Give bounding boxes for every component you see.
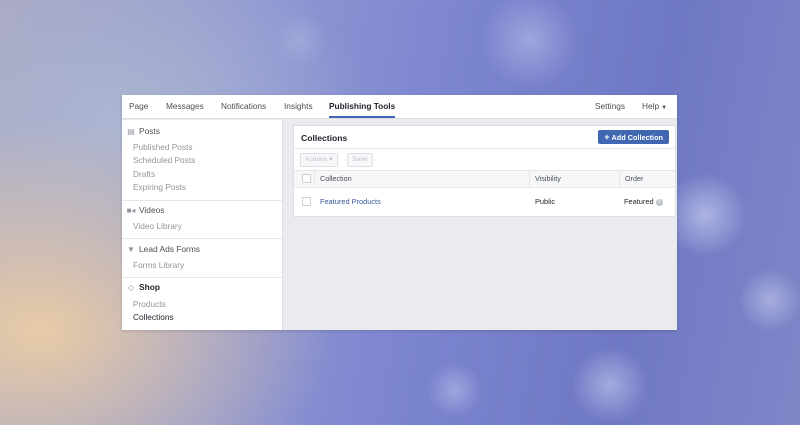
chevron-down-icon: ▾	[329, 156, 333, 163]
column-header-order[interactable]: Order	[619, 171, 675, 187]
sidebar-item-products[interactable]: Products	[133, 298, 166, 310]
panel-divider	[294, 148, 675, 149]
collection-name-link[interactable]: Featured Products	[320, 187, 381, 216]
table-header: Collection Visibility Order	[294, 170, 675, 188]
column-header-visibility[interactable]: Visibility	[529, 171, 619, 187]
nav-tab-insights[interactable]: Insights	[284, 95, 313, 118]
sidebar-divider	[122, 238, 282, 239]
sidebar-divider	[122, 277, 282, 278]
sidebar-section-videos[interactable]: ■◂ Videos	[126, 204, 165, 216]
add-collection-button[interactable]: + Add Collection	[598, 130, 669, 144]
video-camera-icon: ■◂	[126, 206, 136, 215]
visibility-value: Public	[535, 197, 556, 206]
sidebar-item-scheduled-posts[interactable]: Scheduled Posts	[133, 154, 195, 166]
nav-tab-notifications[interactable]: Notifications	[221, 95, 266, 118]
help-label: Help	[642, 101, 660, 111]
tag-icon: ◇	[127, 283, 135, 292]
nav-settings[interactable]: Settings	[595, 95, 625, 118]
collections-panel: Collections + Add Collection Actions ▾ Sa…	[293, 125, 676, 217]
caret-down-icon: ▼	[661, 105, 668, 111]
sidebar-item-expiring-posts[interactable]: Expiring Posts	[133, 181, 186, 193]
sidebar-item-forms-library[interactable]: Forms Library	[133, 259, 184, 271]
sidebar-item-published-posts[interactable]: Published Posts	[133, 141, 193, 153]
sidebar-section-shop[interactable]: ◇ Shop	[126, 281, 160, 293]
select-all-checkbox[interactable]	[302, 174, 311, 183]
funnel-icon: ▼	[127, 245, 135, 254]
sidebar-section-label: Shop	[139, 282, 160, 292]
sidebar-item-drafts[interactable]: Drafts	[133, 168, 155, 180]
sidebar-section-posts[interactable]: ▤ Posts	[126, 125, 160, 137]
panel-title: Collections	[301, 133, 348, 143]
nav-tab-publishing-tools[interactable]: Publishing Tools	[329, 95, 396, 118]
sidebar-section-label: Videos	[139, 205, 165, 215]
sidebar-item-collections[interactable]: Collections	[133, 311, 174, 323]
order-value: Featured	[624, 197, 654, 206]
nav-tab-page[interactable]: Page	[129, 95, 148, 118]
sidebar-item-video-library[interactable]: Video Library	[133, 220, 182, 232]
add-collection-label: Add Collection	[611, 133, 663, 142]
publishing-tools-window: Page Messages Notifications Insights Pub…	[122, 95, 677, 330]
sidebar-divider	[122, 200, 282, 201]
sidebar-section-label: Lead Ads Forms	[139, 244, 200, 254]
row-checkbox[interactable]	[302, 197, 311, 206]
nav-tab-messages[interactable]: Messages	[166, 95, 204, 118]
actions-dropdown[interactable]: Actions ▾	[300, 153, 338, 167]
nav-help[interactable]: Help ▼	[642, 95, 667, 118]
sidebar: ▤ Posts Published Posts Scheduled Posts D…	[122, 120, 283, 330]
top-navigation: Page Messages Notifications Insights Pub…	[122, 95, 677, 119]
actions-label: Actions	[305, 156, 328, 163]
posts-icon: ▤	[127, 127, 135, 136]
sidebar-section-label: Posts	[139, 126, 160, 136]
save-button[interactable]: Save	[347, 153, 373, 167]
sidebar-section-lead-ads-forms[interactable]: ▼ Lead Ads Forms	[126, 243, 200, 255]
table-row: Featured Products Public Featured i	[294, 187, 675, 216]
column-header-collection[interactable]: Collection	[314, 171, 529, 187]
plus-icon: +	[604, 132, 610, 142]
order-cell: Featured i	[624, 187, 663, 216]
info-icon[interactable]: i	[655, 198, 663, 206]
